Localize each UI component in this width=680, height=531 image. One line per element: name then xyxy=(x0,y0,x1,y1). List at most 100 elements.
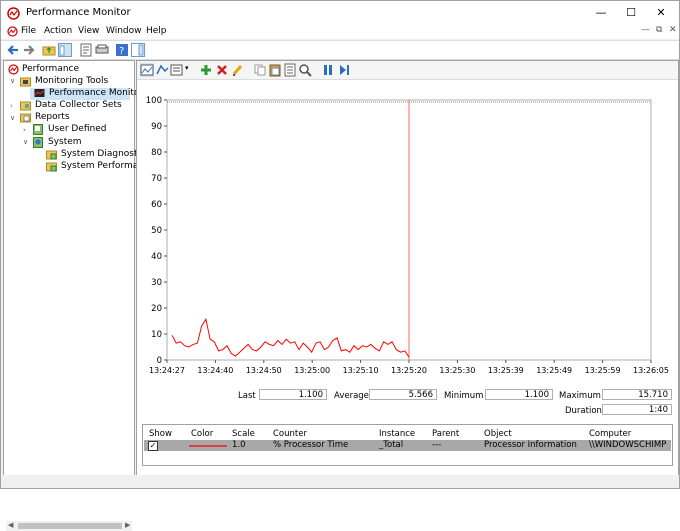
y-tick-label: 60 xyxy=(151,200,162,210)
show-checkbox[interactable]: ✓ xyxy=(148,441,158,451)
delete-counter-icon[interactable] xyxy=(215,63,229,77)
view-log-data-icon[interactable] xyxy=(155,63,169,77)
col-header-counter[interactable]: Counter xyxy=(273,429,307,439)
update-data-icon[interactable] xyxy=(337,63,351,77)
stat-average-label: Average xyxy=(334,391,369,401)
mdi-minimize-button[interactable]: — xyxy=(641,25,650,35)
tree-label: Monitoring Tools xyxy=(35,76,109,86)
folder-report-icon xyxy=(46,150,57,160)
tree-label: User Defined xyxy=(48,124,107,134)
x-tick-label: 13:25:49 xyxy=(536,366,572,375)
mdi-restore-button[interactable]: ⧉ xyxy=(656,25,662,35)
stat-minimum-label: Minimum xyxy=(444,391,484,401)
tree-label: System xyxy=(48,137,82,147)
monitor-chart-icon xyxy=(34,89,45,97)
system-menu-icon[interactable] xyxy=(7,26,18,37)
maximize-button[interactable]: ☐ xyxy=(616,3,646,23)
folder-reports-icon xyxy=(20,113,31,123)
tree-item-performance-monitor[interactable]: Performance Monitor xyxy=(30,88,143,100)
tree-item-system-performance[interactable]: System Performance xyxy=(46,161,154,173)
collapse-chevron-icon[interactable]: ∨ xyxy=(10,77,15,85)
menu-view[interactable]: View xyxy=(78,26,99,36)
col-header-show[interactable]: Show xyxy=(149,429,172,439)
menu-bar: File Action View Window Help — ⧉ ✕ xyxy=(1,25,679,39)
mdi-close-button[interactable]: ✕ xyxy=(669,25,677,35)
tree-label: Data Collector Sets xyxy=(35,100,122,110)
minimize-button[interactable]: — xyxy=(586,3,616,23)
cell-instance: _Total xyxy=(379,440,404,450)
cell-parent: --- xyxy=(432,440,442,450)
stat-minimum-value: 1.100 xyxy=(485,389,553,400)
window-title: Performance Monitor xyxy=(26,7,131,18)
menu-help[interactable]: Help xyxy=(146,26,167,36)
y-tick-label: 0 xyxy=(157,356,162,366)
col-header-instance[interactable]: Instance xyxy=(379,429,415,439)
close-button[interactable]: ✕ xyxy=(646,3,676,23)
col-header-scale[interactable]: Scale xyxy=(232,429,255,439)
tree-horizontal-scrollbar[interactable]: ◀ ▶ xyxy=(6,521,132,531)
tree-label: Performance Monitor xyxy=(49,88,144,98)
stat-duration-label: Duration xyxy=(565,406,602,416)
menu-action[interactable]: Action xyxy=(44,26,72,36)
scrollbar-thumb[interactable] xyxy=(18,523,122,529)
back-arrow-icon[interactable] xyxy=(6,43,20,57)
properties-icon[interactable] xyxy=(283,63,297,77)
paste-counter-list-icon[interactable] xyxy=(268,63,282,77)
tree-item-system[interactable]: System xyxy=(33,137,128,149)
menu-window[interactable]: Window xyxy=(106,26,142,36)
col-header-parent[interactable]: Parent xyxy=(432,429,459,439)
show-action-pane-icon[interactable] xyxy=(131,43,145,57)
x-tick-label: 13:25:30 xyxy=(439,366,475,375)
up-folder-icon[interactable] xyxy=(42,43,56,57)
cell-computer: \\WINDOWSCHIMP xyxy=(589,440,667,450)
menu-file[interactable]: File xyxy=(21,26,36,36)
copy-properties-icon[interactable] xyxy=(253,63,267,77)
add-counter-icon[interactable] xyxy=(199,63,213,77)
col-header-color[interactable]: Color xyxy=(191,429,213,439)
col-header-computer[interactable]: Computer xyxy=(589,429,631,439)
properties-icon[interactable] xyxy=(79,43,93,57)
collapse-chevron-icon[interactable]: ∨ xyxy=(10,114,15,122)
tree-item-reports[interactable]: Reports xyxy=(20,112,130,124)
line-chart[interactable]: 0 10 20 30 40 50 60 70 80 90 100 13:24:27 13:24:40 13… xyxy=(137,80,678,436)
expand-chevron-icon[interactable]: › xyxy=(23,126,26,134)
y-tick-label: 70 xyxy=(151,174,162,184)
tree-item-monitoring-tools[interactable]: Monitoring Tools xyxy=(20,76,130,88)
table-row[interactable]: ✓ 1.0 % Processor Time _Total --- Proces… xyxy=(144,440,671,451)
export-list-icon[interactable] xyxy=(95,43,109,57)
main-toolbar: ? xyxy=(1,40,679,60)
tree-item-user-defined[interactable]: User Defined xyxy=(33,124,128,136)
folder-report-icon xyxy=(46,162,57,172)
scroll-right-arrow-icon[interactable]: ▶ xyxy=(125,521,130,529)
title-bar: Performance Monitor — ☐ ✕ xyxy=(1,1,679,25)
tree-item-performance[interactable]: Performance xyxy=(8,64,128,76)
freeze-display-icon[interactable] xyxy=(321,63,335,77)
console-tree: Performance ∨ Monitoring Tools Performan… xyxy=(3,60,154,531)
tree-item-data-collector-sets[interactable]: Data Collector Sets xyxy=(20,100,130,112)
x-tick-label: 13:25:20 xyxy=(391,366,427,375)
perfmon-app-icon xyxy=(7,7,20,20)
performance-monitor-window: Performance Monitor — ☐ ✕ File Action Vi… xyxy=(0,0,680,531)
y-tick-label: 20 xyxy=(151,304,162,314)
col-header-object[interactable]: Object xyxy=(484,429,512,439)
show-hide-tree-icon[interactable] xyxy=(58,43,72,57)
scroll-left-arrow-icon[interactable]: ◀ xyxy=(8,521,13,529)
stat-last-label: Last xyxy=(238,391,256,401)
x-tick-label: 13:25:10 xyxy=(343,366,379,375)
x-tick-label: 13:24:27 xyxy=(149,366,185,375)
folder-tools-icon xyxy=(20,77,31,87)
x-tick-label: 13:24:40 xyxy=(197,366,233,375)
dropdown-arrow-icon[interactable]: ▾ xyxy=(185,64,189,72)
x-tick-label: 13:24:50 xyxy=(246,366,282,375)
tree-item-system-diagnostics[interactable]: System Diagnostics xyxy=(46,149,150,161)
zoom-icon[interactable] xyxy=(298,63,312,77)
change-graph-type-icon[interactable] xyxy=(170,63,184,77)
expand-chevron-icon[interactable]: › xyxy=(10,102,13,110)
help-icon[interactable]: ? xyxy=(115,43,129,57)
y-tick-label: 100 xyxy=(146,96,162,106)
forward-arrow-icon[interactable] xyxy=(22,43,36,57)
x-tick-label: 13:25:59 xyxy=(585,366,621,375)
highlight-icon[interactable] xyxy=(231,63,245,77)
view-current-activity-icon[interactable] xyxy=(140,63,154,77)
collapse-chevron-icon[interactable]: ∨ xyxy=(23,138,28,146)
